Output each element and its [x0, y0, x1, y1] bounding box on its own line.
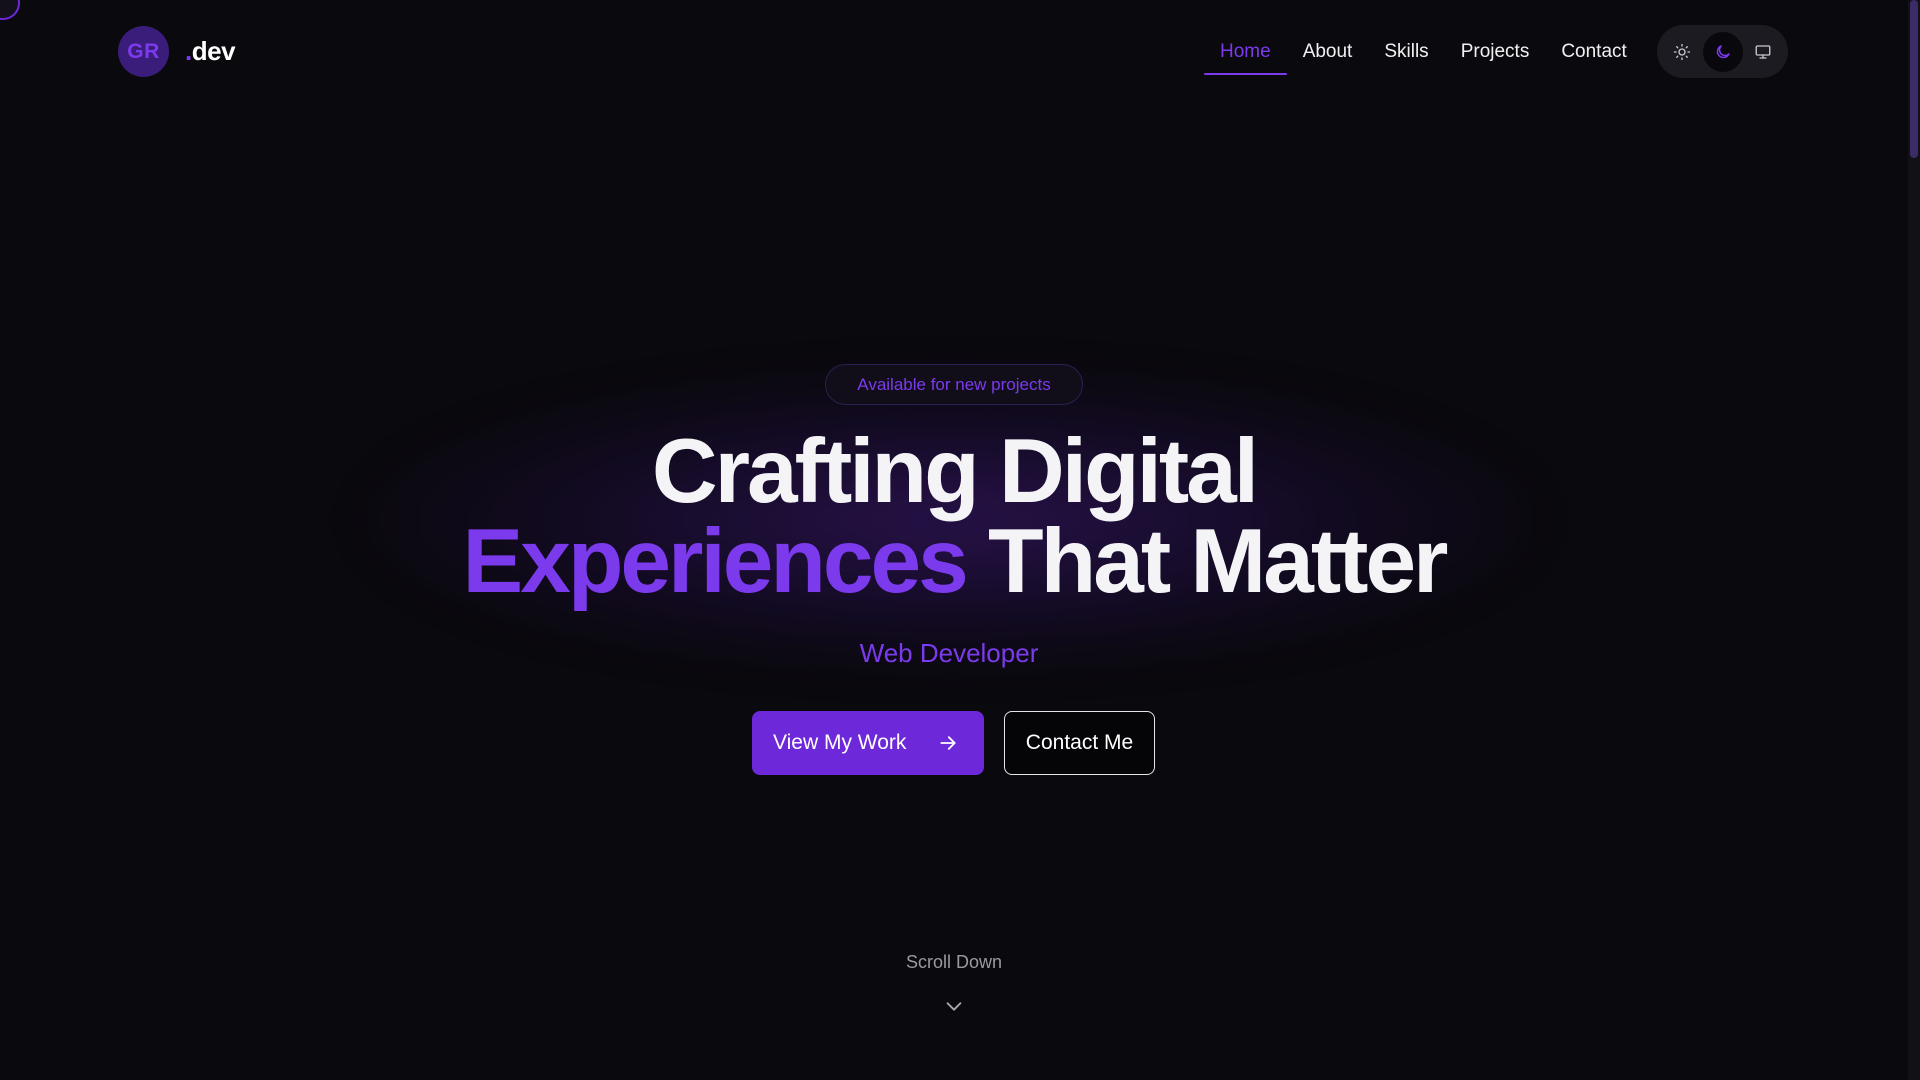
scrollbar[interactable] [1908, 0, 1920, 1080]
headline-accent: Experiences [462, 511, 969, 612]
hero-section: Available for new projects Crafting Digi… [0, 0, 1908, 1080]
view-work-button[interactable]: View My Work [752, 711, 984, 775]
page: GR .dev Home About Skills Projects Conta… [0, 0, 1920, 1080]
headline-line-2: Experiences That Matter [0, 516, 1908, 607]
scrollbar-thumb[interactable] [1910, 0, 1918, 158]
arrow-right-icon [940, 736, 956, 750]
view-work-label: View My Work [773, 731, 907, 754]
scroll-down-label[interactable]: Scroll Down [0, 952, 1908, 973]
availability-badge: Available for new projects [825, 364, 1083, 405]
headline-rest: That Matter [965, 511, 1448, 612]
chevron-down-icon[interactable] [943, 995, 965, 1017]
headline-line-1: Crafting Digital [651, 421, 1259, 522]
role-subtitle: Web Developer [859, 638, 1039, 668]
contact-me-button[interactable]: Contact Me [1004, 711, 1155, 775]
